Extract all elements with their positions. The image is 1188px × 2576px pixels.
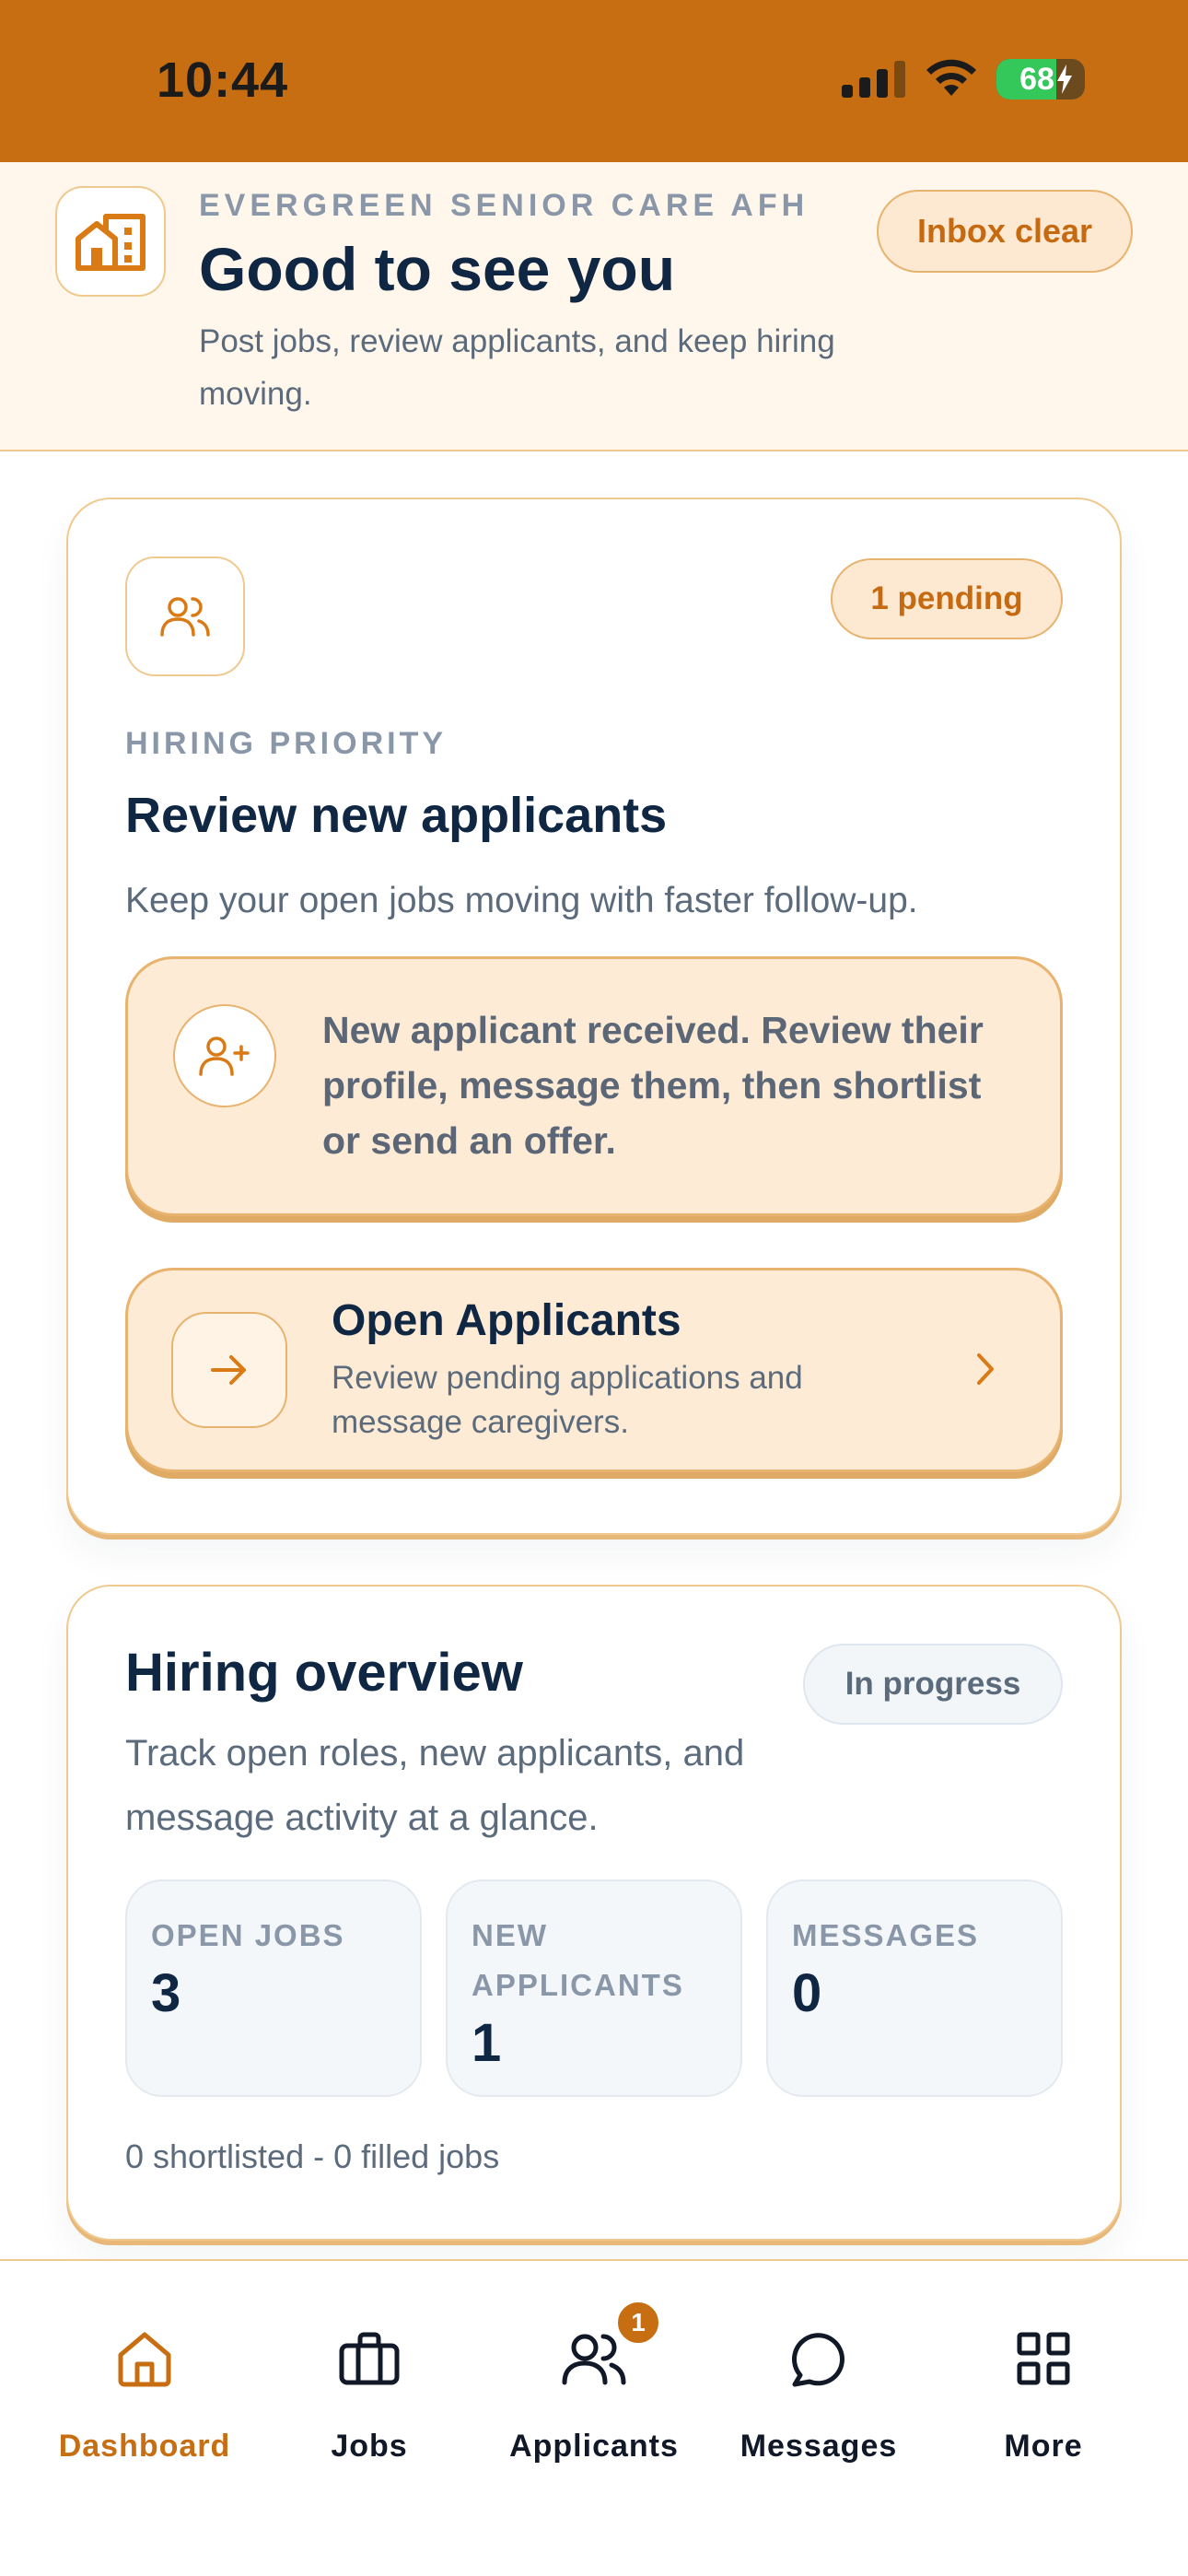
grid-icon: [1016, 2322, 1071, 2395]
stat-value: 3: [151, 1963, 181, 2023]
stat-new-applicants[interactable]: NEW APPLICANTS 1: [446, 1879, 742, 2097]
priority-kicker: HIRING PRIORITY: [125, 726, 448, 761]
priority-description: Keep your open jobs moving with faster f…: [125, 881, 918, 920]
page-title: Good to see you: [199, 235, 676, 303]
arrow-right-icon: [209, 1352, 250, 1388]
tab-label: Jobs: [331, 2429, 408, 2464]
stat-open-jobs[interactable]: OPEN JOBS 3: [125, 1879, 422, 2097]
priority-title: Review new applicants: [125, 788, 668, 843]
users-icon: [159, 594, 211, 638]
message-icon: [789, 2322, 848, 2395]
wifi-icon: [925, 59, 978, 98]
stat-value: 0: [792, 1963, 822, 2023]
open-applicants-title[interactable]: Open Applicants: [332, 1295, 681, 1346]
tab-more[interactable]: More: [933, 2322, 1154, 2488]
priority-icon-box: [125, 556, 245, 676]
org-name: EVERGREEN SENIOR CARE AFH: [199, 188, 809, 223]
overview-status-badge: In progress: [803, 1644, 1063, 1725]
home-icon: [115, 2322, 174, 2395]
stat-messages[interactable]: MESSAGES 0: [766, 1879, 1063, 2097]
stat-label: NEW APPLICANTS: [472, 1918, 684, 2002]
inbox-status-badge[interactable]: Inbox clear: [877, 190, 1133, 273]
user-plus-icon: [198, 1034, 251, 1078]
overview-footer: 0 shortlisted - 0 filled jobs: [125, 2137, 500, 2175]
status-time: 10:44: [157, 53, 289, 108]
tab-messages[interactable]: Messages: [708, 2322, 929, 2488]
tab-dashboard[interactable]: Dashboard: [34, 2322, 255, 2488]
header-subtitle: Post jobs, review applicants, and keep h…: [199, 323, 835, 412]
tab-label: More: [1004, 2429, 1083, 2464]
tab-jobs[interactable]: Jobs: [259, 2322, 480, 2488]
chevron-right-icon[interactable]: [974, 1351, 996, 1388]
applicants-badge: 1: [615, 2300, 661, 2346]
tab-label: Applicants: [509, 2429, 679, 2464]
org-logo: [55, 186, 166, 297]
stat-value: 1: [472, 2013, 502, 2073]
overview-description: Track open roles, new applicants, and me…: [125, 1733, 745, 1838]
notice-text: New applicant received. Review their pro…: [322, 1009, 984, 1162]
building-icon: [75, 211, 146, 272]
cellular-signal-icon: [842, 61, 906, 98]
pending-count-badge: 1 pending: [831, 558, 1063, 639]
briefcase-icon: [338, 2322, 401, 2395]
tab-label: Messages: [740, 2429, 898, 2464]
tab-label: Dashboard: [58, 2429, 231, 2464]
battery-indicator: 68: [996, 59, 1085, 100]
stat-label: MESSAGES: [792, 1918, 980, 1952]
notice-icon-box: [173, 1004, 276, 1107]
stat-label: OPEN JOBS: [151, 1918, 345, 1952]
open-applicants-icon-box: [171, 1312, 287, 1428]
tab-applicants[interactable]: Applicants: [483, 2322, 705, 2488]
charging-bolt-icon: [1055, 64, 1074, 94]
open-applicants-description: Review pending applications and message …: [332, 1360, 803, 1440]
overview-title: Hiring overview: [125, 1643, 523, 1703]
